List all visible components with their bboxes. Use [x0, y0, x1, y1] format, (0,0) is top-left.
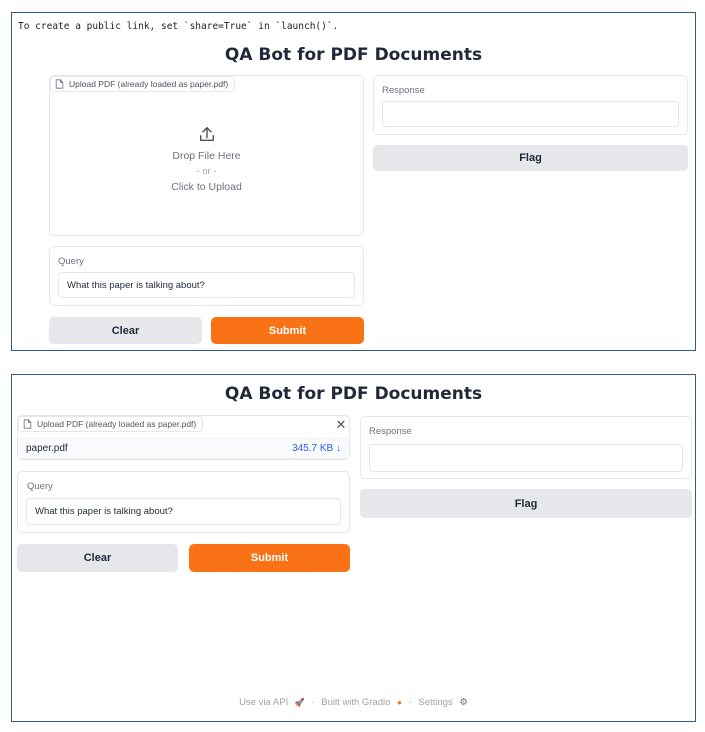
upload-file-block: Upload PDF (already loaded as paper.pdf)… — [17, 415, 350, 460]
file-download-link[interactable]: 345.7 KB ↓ — [292, 443, 341, 454]
upload-dropzone[interactable]: Upload PDF (already loaded as paper.pdf)… — [49, 75, 364, 236]
query-block: Query What this paper is talking about? — [49, 246, 364, 306]
query-label: Query — [58, 256, 84, 267]
file-icon — [23, 419, 32, 429]
rocket-icon: 🚀 — [294, 698, 305, 707]
close-icon[interactable]: ✕ — [334, 417, 348, 432]
footer: Use via API 🚀 · Built with Gradio ● · Se… — [12, 697, 695, 708]
drop-file-text: Drop File Here — [172, 150, 241, 162]
file-size: 345.7 KB — [292, 443, 334, 454]
upload-label-tag: Upload PDF (already loaded as paper.pdf) — [50, 76, 236, 92]
upload-label: Upload PDF (already loaded as paper.pdf) — [69, 79, 229, 89]
download-icon: ↓ — [336, 443, 341, 454]
upload-label: Upload PDF (already loaded as paper.pdf) — [37, 419, 197, 429]
response-output[interactable] — [382, 101, 679, 127]
clear-button[interactable]: Clear — [17, 544, 178, 572]
footer-separator: · — [311, 697, 315, 708]
page-title: QA Bot for PDF Documents — [224, 384, 483, 404]
clear-button[interactable]: Clear — [49, 317, 202, 344]
click-to-upload-text[interactable]: Click to Upload — [50, 181, 363, 193]
app-panel-initial: To create a public link, set `share=True… — [11, 12, 696, 351]
submit-button[interactable]: Submit — [189, 544, 350, 572]
file-row: paper.pdf 345.7 KB ↓ — [18, 438, 349, 459]
query-label: Query — [27, 481, 53, 492]
response-label: Response — [369, 426, 412, 437]
query-input[interactable]: What this paper is talking about? — [58, 272, 355, 298]
file-icon — [55, 79, 64, 89]
footer-separator: · — [408, 697, 412, 708]
app-panel-loaded: QA Bot for PDF Documents Upload PDF (alr… — [11, 374, 696, 722]
flag-button[interactable]: Flag — [373, 145, 688, 171]
flag-button[interactable]: Flag — [360, 489, 692, 518]
use-via-api-link[interactable]: Use via API — [239, 697, 288, 708]
response-label: Response — [382, 85, 425, 96]
query-input[interactable]: What this paper is talking about? — [26, 498, 341, 525]
response-output[interactable] — [369, 444, 683, 472]
upload-label-tag: Upload PDF (already loaded as paper.pdf) — [18, 416, 204, 432]
gear-icon: ⚙ — [459, 697, 468, 708]
response-block: Response — [373, 75, 688, 135]
built-with-gradio-link[interactable]: Built with Gradio — [321, 697, 390, 708]
response-block: Response — [360, 416, 692, 479]
or-text: - or - — [196, 166, 217, 177]
share-notice: To create a public link, set `share=True… — [18, 21, 339, 32]
gradio-logo-icon: ● — [397, 698, 402, 707]
upload-icon — [199, 126, 215, 142]
file-name: paper.pdf — [26, 443, 68, 454]
settings-link[interactable]: Settings — [418, 697, 452, 708]
query-block: Query What this paper is talking about? — [17, 471, 350, 533]
submit-button[interactable]: Submit — [211, 317, 364, 344]
page-title: QA Bot for PDF Documents — [224, 45, 483, 65]
